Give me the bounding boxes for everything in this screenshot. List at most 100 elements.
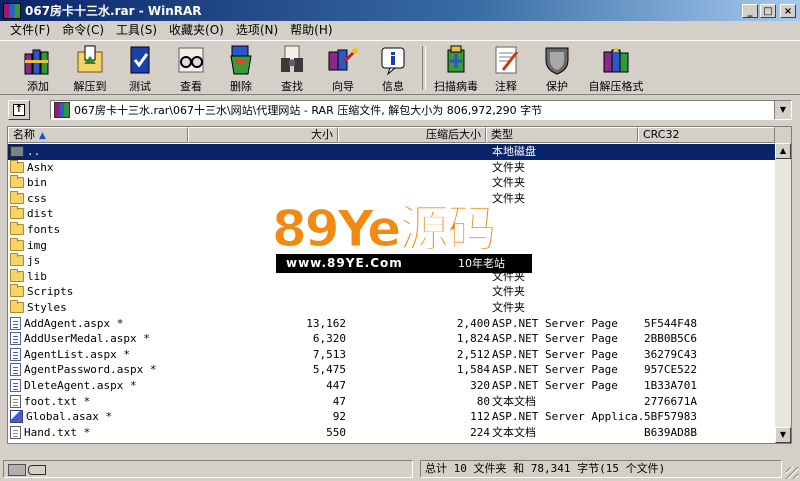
address-dropdown-button[interactable]: ▼ bbox=[774, 101, 791, 119]
vertical-scrollbar[interactable]: ▲ ▼ bbox=[775, 143, 791, 443]
menu-help[interactable]: 帮助(H) bbox=[284, 21, 338, 39]
key-icon[interactable] bbox=[28, 465, 46, 475]
file-size-cell bbox=[194, 160, 346, 175]
folder-icon bbox=[10, 190, 24, 204]
column-packed-header[interactable]: 压缩后大小 bbox=[338, 127, 486, 143]
file-name-text: AddUserMedal.aspx * bbox=[24, 332, 150, 346]
sort-ascending-icon: ▲ bbox=[39, 131, 46, 141]
drive-icon[interactable] bbox=[8, 464, 26, 476]
info-button[interactable]: 信息 bbox=[367, 44, 419, 94]
file-packed-cell bbox=[346, 300, 490, 315]
file-name-text: lib bbox=[27, 269, 47, 283]
table-row[interactable]: DleteAgent.aspx * 447 320 ASP.NET Server Pa… bbox=[8, 378, 791, 394]
resize-grip[interactable] bbox=[786, 467, 798, 479]
file-crc-cell bbox=[644, 238, 744, 253]
info-button-label: 信息 bbox=[382, 80, 404, 93]
table-row[interactable]: AddAgent.aspx * 13,162 2,400 ASP.NET Server… bbox=[8, 316, 791, 332]
add-button[interactable]: 添加 bbox=[12, 44, 64, 94]
table-row[interactable]: Ashx 文件夹 bbox=[8, 159, 791, 176]
file-crc-cell: 36279C43 bbox=[644, 347, 697, 361]
table-row[interactable]: AddUserMedal.aspx * 6,320 1,824 ASP.NET Ser… bbox=[8, 331, 791, 347]
file-list[interactable]: 名称 ▲ 大小 压缩后大小 类型 CRC32 .. 本地磁盘 Ashx 文件夹 bin 文件… bbox=[7, 126, 792, 444]
file-name-cell: dist bbox=[10, 206, 190, 221]
column-type-header[interactable]: 类型 bbox=[486, 127, 638, 143]
file-name-text: bin bbox=[27, 176, 47, 190]
status-left-pane bbox=[3, 460, 413, 478]
comment-button[interactable]: 注释 bbox=[480, 44, 532, 94]
table-row[interactable]: foot.txt * 47 80 文本文档 2776671A bbox=[8, 394, 791, 410]
column-crc-header[interactable]: CRC32 bbox=[638, 127, 775, 143]
wizard-button[interactable]: 向导 bbox=[317, 44, 369, 94]
file-crc-cell: 5F544F48 bbox=[644, 316, 697, 330]
close-button[interactable]: × bbox=[780, 3, 796, 18]
winrar-app-icon[interactable] bbox=[3, 2, 21, 19]
file-crc-cell: 1B33A701 bbox=[644, 379, 697, 392]
file-crc-cell bbox=[644, 160, 744, 175]
test-button[interactable]: 测试 bbox=[114, 44, 166, 94]
file-size-cell: 13,162 bbox=[306, 316, 346, 330]
table-row[interactable]: AgentList.aspx * 7,513 2,512 ASP.NET Server… bbox=[8, 347, 791, 363]
file-name-cell: .. bbox=[10, 144, 190, 159]
view-button-label: 查看 bbox=[180, 80, 202, 93]
watermark-tag: 10年老站 bbox=[458, 257, 505, 270]
file-name-text: .. bbox=[27, 145, 41, 158]
scan-virus-button[interactable]: 扫描病毒 bbox=[428, 44, 484, 94]
wizard-button-label: 向导 bbox=[332, 80, 354, 93]
file-size-cell bbox=[194, 300, 346, 315]
file-crc-cell bbox=[644, 253, 744, 268]
file-crc-cell: B639AD8B bbox=[644, 425, 697, 439]
maximize-button[interactable]: □ bbox=[760, 3, 776, 18]
table-row[interactable]: Hand.txt * 550 224 文本文档 B639AD8B bbox=[8, 425, 791, 441]
sfx-button-label: 自解压格式 bbox=[588, 80, 644, 93]
file-packed-cell: 80 bbox=[476, 394, 490, 408]
scroll-up-button[interactable]: ▲ bbox=[775, 143, 791, 159]
file-type-cell: ASP.NET Server Page bbox=[492, 363, 618, 377]
address-bar[interactable]: 067房卡十三水.rar\067十三水\网站\代理网站 - RAR 压缩文件, … bbox=[50, 100, 792, 120]
protect-button[interactable]: 保护 bbox=[531, 44, 583, 94]
table-row[interactable]: AgentPassword.aspx * 5,475 1,584 ASP.NET Se… bbox=[8, 362, 791, 378]
file-name-cell: DleteAgent.aspx * bbox=[10, 378, 190, 393]
table-row[interactable]: Styles 文件夹 bbox=[8, 300, 791, 316]
file-packed-cell bbox=[346, 175, 490, 190]
scroll-down-button[interactable]: ▼ bbox=[775, 427, 791, 443]
file-type-cell: ASP.NET Server Page bbox=[492, 379, 618, 392]
add-books-icon bbox=[21, 44, 55, 76]
table-row[interactable]: bin 文件夹 bbox=[8, 175, 791, 191]
up-folder-icon bbox=[10, 146, 24, 157]
file-name-text: fonts bbox=[27, 223, 61, 236]
table-row[interactable]: Global.asax * 92 112 ASP.NET Server Applica… bbox=[8, 409, 791, 425]
watermark-title: 89Ye源码 bbox=[271, 200, 497, 259]
file-name-text: AgentPassword.aspx * bbox=[24, 363, 157, 377]
view-button[interactable]: 查看 bbox=[165, 44, 217, 94]
find-button[interactable]: 查找 bbox=[266, 44, 318, 94]
column-name-header[interactable]: 名称 ▲ bbox=[8, 127, 188, 143]
minimize-button[interactable]: _ bbox=[742, 3, 758, 18]
sfx-button[interactable]: 自解压格式 bbox=[584, 44, 648, 94]
menu-file[interactable]: 文件(F) bbox=[4, 21, 56, 39]
toolbar: 添加 解压到 测试 查看 删除 查找 向导 信息 扫描病毒 注释 保护 自解压格… bbox=[0, 40, 800, 95]
menu-options[interactable]: 选项(N) bbox=[230, 21, 284, 39]
file-crc-cell: 5BF57983 bbox=[644, 410, 697, 424]
delete-button[interactable]: 删除 bbox=[215, 44, 267, 94]
table-row[interactable]: Scripts 文件夹 bbox=[8, 284, 791, 300]
file-packed-cell: 112 bbox=[470, 410, 490, 424]
file-name-text: Scripts bbox=[27, 285, 74, 299]
up-one-level-button[interactable]: ↑ bbox=[8, 100, 30, 120]
table-row[interactable]: .. 本地磁盘 bbox=[8, 144, 791, 160]
menu-commands[interactable]: 命令(C) bbox=[56, 21, 110, 39]
menu-tools[interactable]: 工具(S) bbox=[110, 21, 163, 39]
scan-virus-button-label: 扫描病毒 bbox=[434, 80, 478, 93]
view-glasses-icon bbox=[174, 44, 208, 76]
title-bar[interactable]: 067房卡十三水.rar - WinRAR _ □ × bbox=[0, 0, 800, 21]
file-size-cell: 550 bbox=[326, 425, 346, 439]
file-name-text: foot.txt * bbox=[24, 394, 91, 408]
add-button-label: 添加 bbox=[27, 80, 49, 93]
file-crc-cell bbox=[644, 284, 744, 299]
file-name-text: Hand.txt * bbox=[24, 425, 91, 439]
menu-favorites[interactable]: 收藏夹(O) bbox=[163, 21, 230, 39]
file-name-cell: Ashx bbox=[10, 159, 190, 175]
column-size-header[interactable]: 大小 bbox=[188, 127, 338, 143]
folder-icon bbox=[10, 237, 24, 251]
folder-icon bbox=[10, 268, 24, 282]
extract-to-button[interactable]: 解压到 bbox=[64, 44, 116, 94]
